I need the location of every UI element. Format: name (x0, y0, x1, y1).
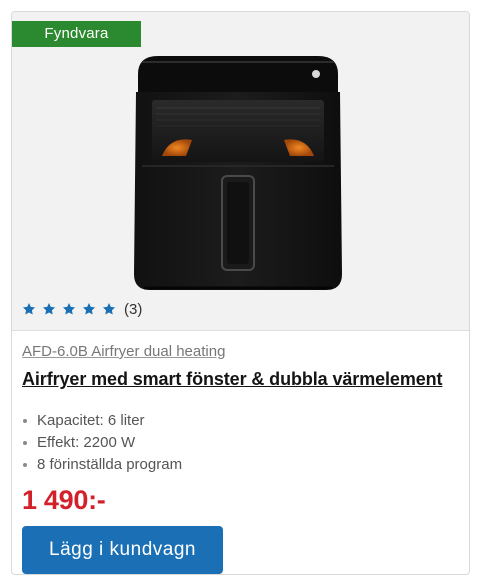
spec-text: 8 förinställda program (37, 456, 183, 473)
rating-count[interactable]: (3) (124, 301, 142, 318)
star-icon (22, 303, 36, 315)
spec-item: 8 förinställda program (22, 454, 182, 476)
spec-text: Effekt: 2200 W (37, 434, 136, 451)
spec-item: Kapacitet: 6 liter (22, 410, 182, 432)
bullet-icon (23, 463, 27, 467)
product-card[interactable]: Fyndvara (3) AFD-6.0B Airfryer dual heat… (11, 11, 470, 575)
bullet-icon (23, 419, 27, 423)
deal-badge: Fyndvara (12, 21, 141, 47)
bullet-icon (23, 441, 27, 445)
product-image-area[interactable]: Fyndvara (3) (12, 12, 469, 331)
add-to-cart-button[interactable]: Lägg i kundvagn (22, 526, 223, 574)
spec-item: Effekt: 2200 W (22, 432, 182, 454)
rating[interactable]: (3) (22, 299, 142, 319)
star-icon (82, 303, 96, 315)
star-icon (42, 303, 56, 315)
price: 1 490:- (22, 485, 106, 515)
star-icon (62, 303, 76, 315)
product-title-link[interactable]: Airfryer med smart fönster & dubbla värm… (22, 369, 443, 390)
spec-list: Kapacitet: 6 liter Effekt: 2200 W 8 föri… (22, 410, 182, 476)
airfryer-product-image[interactable] (130, 48, 346, 296)
star-icon (102, 303, 116, 315)
spec-text: Kapacitet: 6 liter (37, 412, 145, 429)
product-model-link[interactable]: AFD-6.0B Airfryer dual heating (22, 343, 225, 360)
